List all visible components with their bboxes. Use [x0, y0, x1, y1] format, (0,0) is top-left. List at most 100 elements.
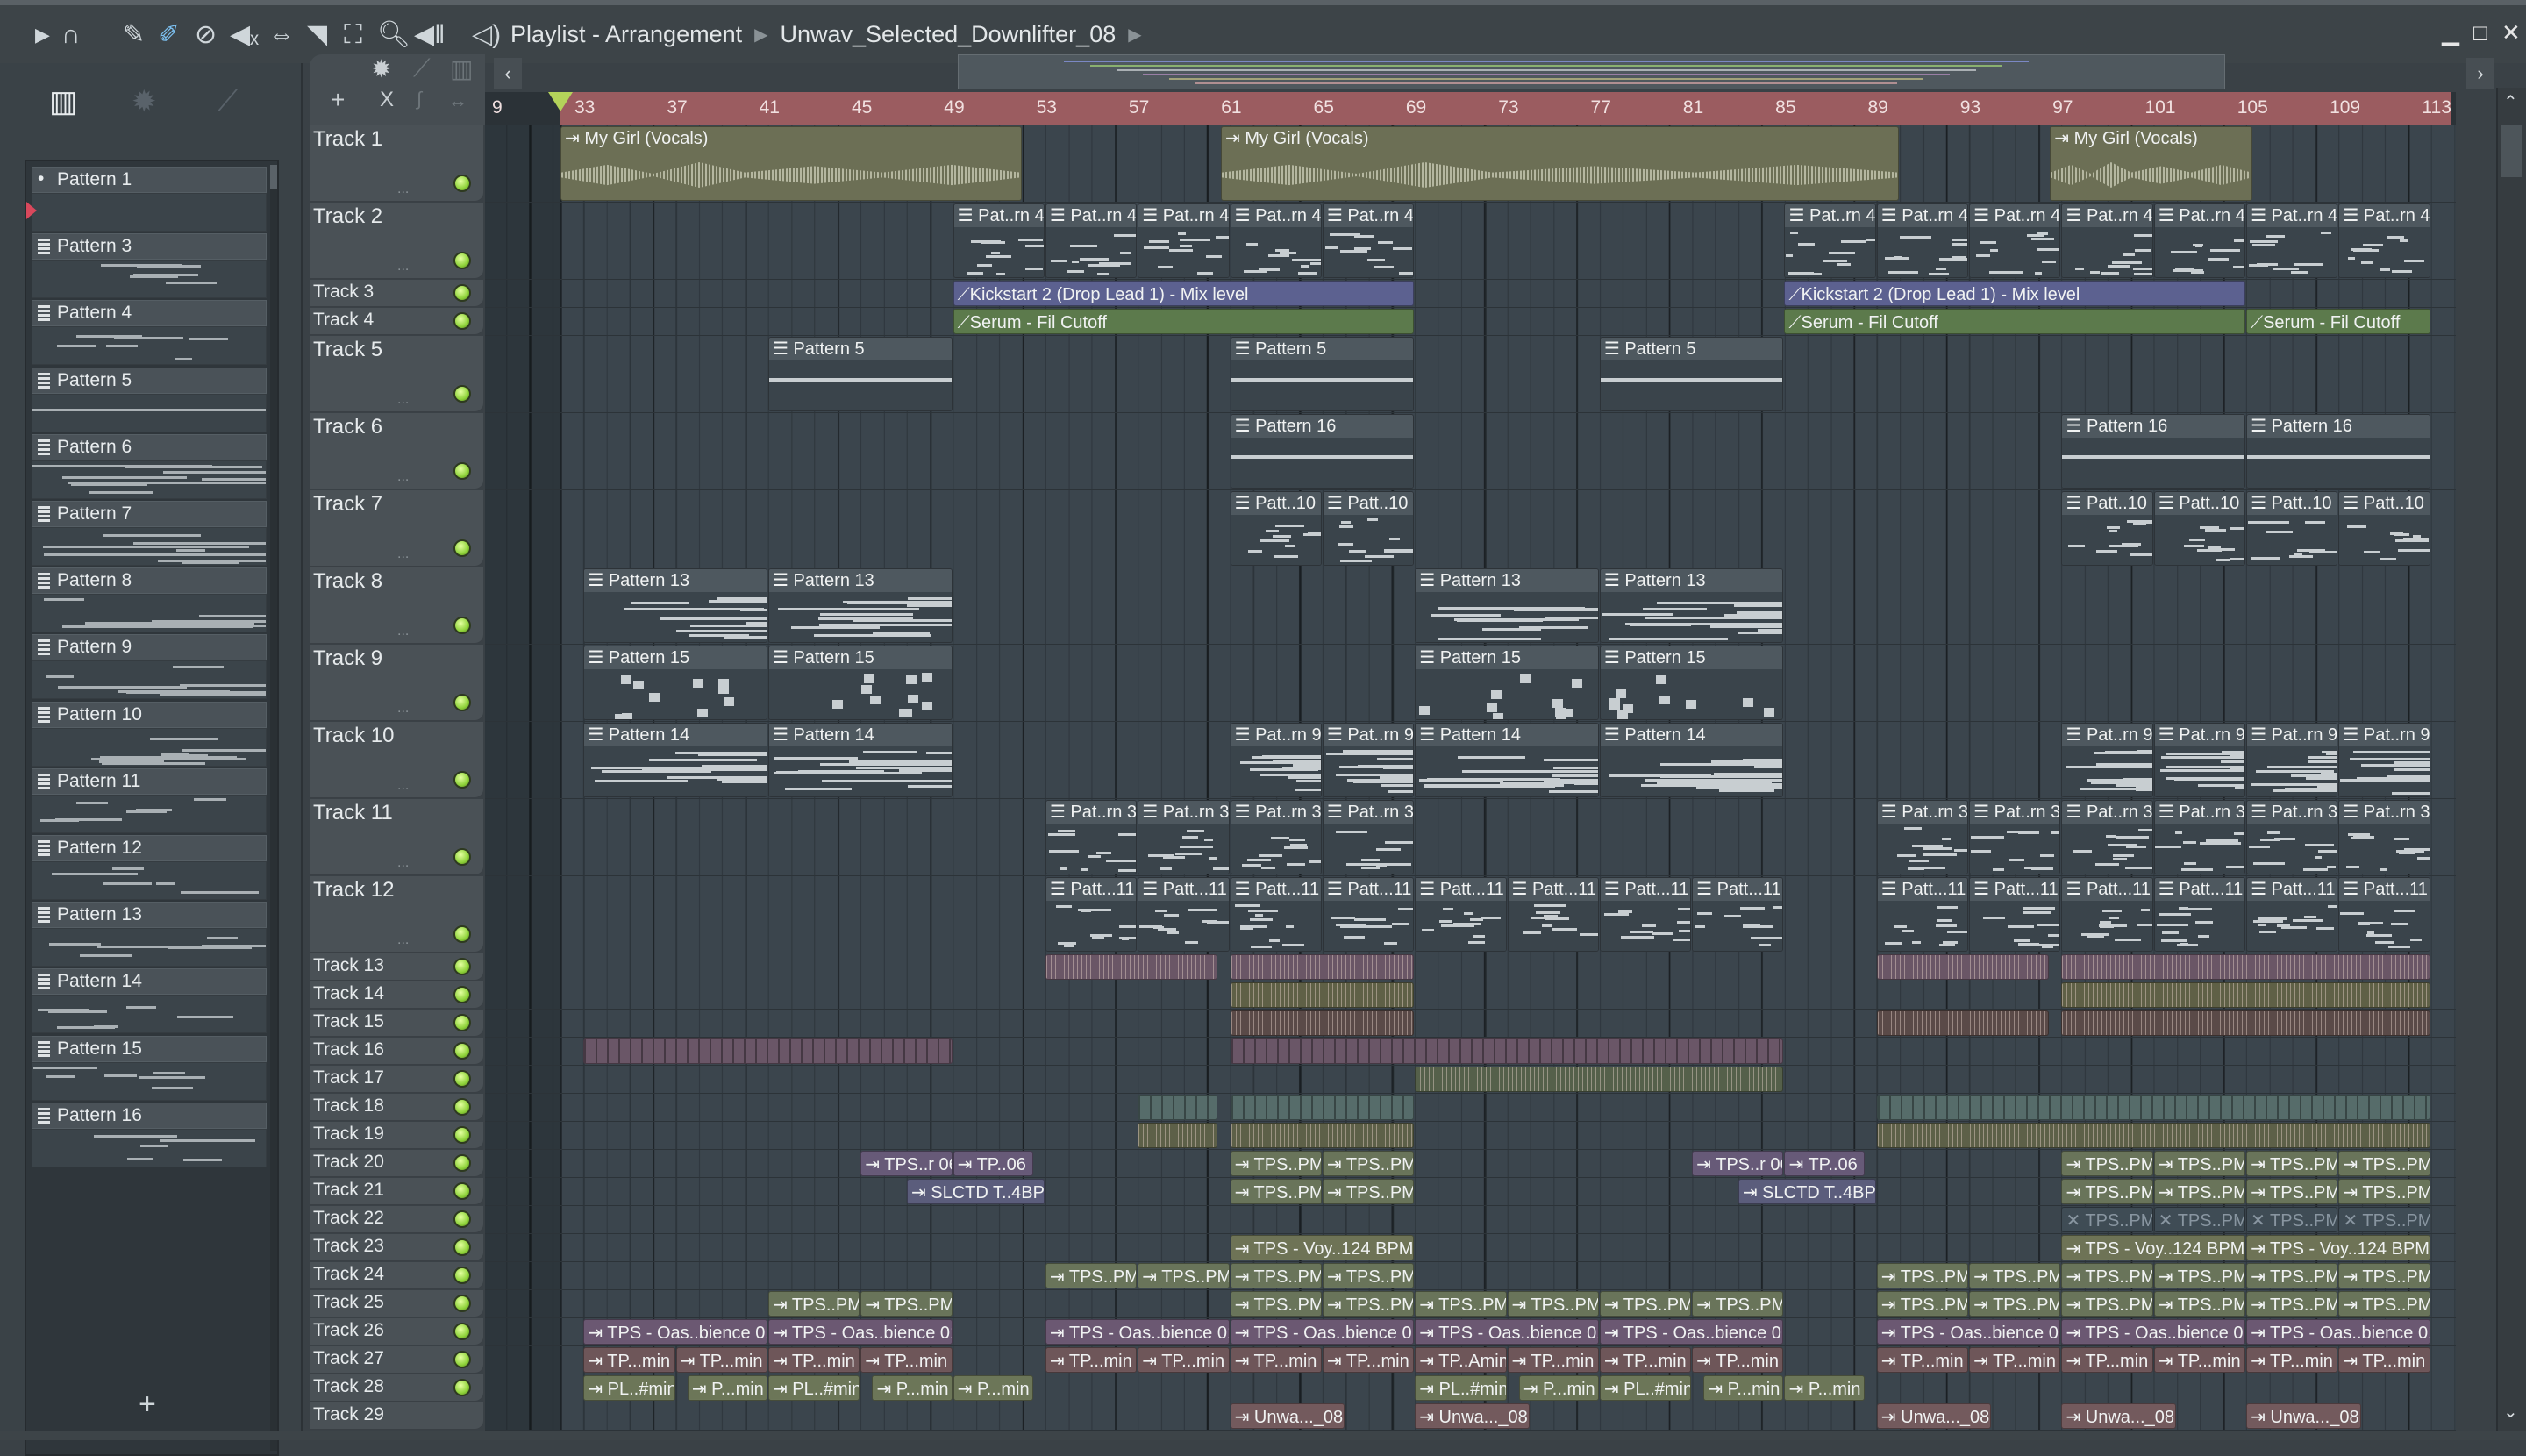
audio-clip[interactable]: ⇥ TPS - Oas..bience 01 — [1415, 1319, 1599, 1345]
audio-clip[interactable]: ⇥ TPS..r 06 — [860, 1151, 953, 1176]
audio-clip[interactable]: ⇥ Unwa..._08 — [1230, 1403, 1345, 1429]
pattern-clip[interactable]: ☰ Patt..10 — [2153, 491, 2246, 566]
pattern-clip[interactable]: ☰ Pattern 5 — [1599, 337, 1784, 411]
pattern-clip[interactable]: ☰ Pat..rn 4 — [2246, 203, 2338, 278]
audio-clip[interactable]: ⇥ TPS..PM) — [1507, 1291, 1599, 1317]
pattern-clip[interactable]: ☰ Pat..rn 3 — [1969, 800, 2061, 874]
track-header[interactable]: Track 11... — [310, 799, 483, 875]
pattern-clip[interactable]: ☰ Patt...11 — [1415, 877, 1507, 952]
scroll-up-icon[interactable]: ⌃ — [2503, 91, 2518, 113]
audio-clip[interactable] — [2061, 982, 2430, 1008]
track-options-icon[interactable]: ... — [397, 855, 409, 871]
audio-clip[interactable]: ⇥ TP...min — [2153, 1347, 2246, 1373]
pattern-item[interactable]: Pattern 16 — [32, 1102, 267, 1167]
pattern-clip[interactable]: ☰ Pattern 14 — [583, 723, 767, 797]
track-header[interactable]: Track 24 — [310, 1262, 483, 1289]
track-enable-led[interactable] — [453, 252, 471, 269]
pattern-item[interactable]: Pattern 13 — [32, 902, 267, 967]
audio-clip[interactable]: ⇥ TPS - Voy..124 BPM) — [1230, 1235, 1415, 1260]
pattern-clip[interactable]: ☰ Pat..rn 9 — [2061, 723, 2153, 797]
audio-clip[interactable]: ⇥ TP...min — [1969, 1347, 2061, 1373]
audio-clip[interactable]: ⇥ P...min — [1703, 1375, 1784, 1401]
pattern-clip[interactable]: ☰ Pat..rn 9 — [1230, 723, 1322, 797]
delete-icon[interactable]: ⊘ — [195, 18, 217, 53]
track-header[interactable]: Track 9... — [310, 645, 483, 721]
audio-clip[interactable]: ⇥ TP...min — [767, 1347, 860, 1373]
audio-clip[interactable]: ⇥ Unwa..._08 — [1415, 1403, 1530, 1429]
pattern-clip[interactable]: ☰ Pat..rn 3 — [2338, 800, 2430, 874]
pattern-clip[interactable]: ☰ Pattern 15 — [767, 646, 953, 720]
automation-clip[interactable]: ⟋Serum - Fil Cutoff — [953, 309, 1415, 334]
track-header[interactable]: Track 19 — [310, 1122, 483, 1149]
audio-clip[interactable]: ⇥ TP...min — [583, 1347, 675, 1373]
timeline-ruler[interactable]: 9 33 37 41 45 49 53 57 61 65 69 73 77 81 85 89 93 97 101 1… — [485, 92, 2456, 125]
pattern-item-header[interactable]: Pattern 16 — [32, 1102, 267, 1129]
pattern-clip[interactable]: ☰ Pat..rn 9 — [1322, 723, 1415, 797]
pattern-clip[interactable]: ☰ Pat..rn 3 — [1138, 800, 1230, 874]
audio-clip[interactable] — [2061, 1010, 2430, 1036]
audio-clip[interactable]: ⇥ TPS..PM) — [2246, 1151, 2338, 1176]
track-header[interactable]: Track 4 — [310, 308, 483, 335]
pattern-clip[interactable]: ☰ Pattern 15 — [583, 646, 767, 720]
automation-clip[interactable]: ⟋Kickstart 2 (Drop Lead 1) - Mix level — [953, 281, 1415, 306]
audio-clip[interactable]: ⇥ TPS..PM) — [1230, 1151, 1322, 1176]
audio-clip[interactable]: ⇥ TP...min — [1876, 1347, 1969, 1373]
pattern-clip[interactable]: ☰ Pattern 5 — [1230, 337, 1415, 411]
track-enable-led[interactable] — [453, 1070, 471, 1088]
audio-clip[interactable] — [1230, 982, 1415, 1008]
pattern-clip[interactable]: ☰ Patt...11 — [1692, 877, 1784, 952]
breadcrumb-item[interactable]: Unwav_Selected_Downlifter_08 — [781, 21, 1117, 48]
scroll-right-button[interactable]: › — [2466, 58, 2494, 89]
playlist-overview[interactable] — [958, 54, 2225, 89]
magnet-icon[interactable]: ∩ — [61, 18, 81, 53]
audio-clip[interactable]: ⇥ TPS..PM) — [1876, 1291, 1969, 1317]
audio-clip[interactable]: ⇥ TPS..PM) — [1138, 1263, 1230, 1288]
audio-clip[interactable]: ⇥ TPS - Oas..bience 01 — [2061, 1319, 2246, 1345]
audio-clip[interactable]: ⇥ TP...min — [1507, 1347, 1599, 1373]
pattern-clip[interactable]: ☰ Patt...11 — [1045, 877, 1138, 952]
audio-clip[interactable]: ⇥ TPS - Oas..bience 01 — [1045, 1319, 1230, 1345]
audio-clip[interactable]: ⇥ TPS..PM) — [1230, 1263, 1322, 1288]
stretch-icon[interactable]: ↔ — [448, 89, 467, 112]
audio-clip[interactable]: ⇥ Unwa..._08 — [1876, 1403, 1992, 1429]
pattern-item-header[interactable]: Pattern 13 — [32, 902, 267, 929]
track-enable-led[interactable] — [453, 284, 471, 302]
pattern-item-header[interactable]: Pattern 9 — [32, 634, 267, 661]
audio-clip[interactable]: ⇥ TPS - Oas..bience 01 — [583, 1319, 767, 1345]
track-enable-led[interactable] — [453, 1098, 471, 1116]
audio-clip[interactable] — [1876, 1123, 2430, 1148]
track-enable-led[interactable] — [453, 1323, 471, 1340]
pattern-clip[interactable]: ☰ Pat..rn 9 — [2338, 723, 2430, 797]
add-track-button[interactable]: + — [331, 86, 345, 114]
audio-clip[interactable]: ⇥ TP..06 — [1784, 1151, 1865, 1176]
track-header[interactable]: Track 25 — [310, 1290, 483, 1317]
piano-roll-icon[interactable]: ▥ — [49, 84, 77, 119]
audio-clip[interactable]: ⇥ TP..06 — [953, 1151, 1033, 1176]
scroll-down-icon[interactable]: ⌄ — [2503, 1401, 2518, 1423]
track-enable-led[interactable] — [453, 771, 471, 789]
pencil-icon[interactable]: ✎ — [123, 18, 145, 53]
pattern-item[interactable]: Pattern 7 — [32, 501, 267, 566]
pattern-item-header[interactable]: • Pattern 1 — [32, 167, 267, 193]
track-options-icon[interactable]: ... — [397, 701, 409, 717]
curve-icon[interactable]: ∫ — [417, 88, 422, 111]
audio-clip[interactable]: ⇥ TPS..PM) — [2153, 1263, 2246, 1288]
track-header[interactable]: Track 5... — [310, 336, 483, 412]
play-arrow-icon[interactable]: ▶ — [35, 18, 50, 53]
track-enable-led[interactable] — [453, 539, 471, 557]
slip-icon[interactable]: ⇔ — [268, 18, 295, 53]
select-icon[interactable]: ⛶ — [344, 18, 362, 53]
audio-clip[interactable]: ⇥ PL..#min — [1599, 1375, 1692, 1401]
pattern-clip[interactable]: ☰ Pat..rn 3 — [1045, 800, 1138, 874]
track-header[interactable]: Track 1... — [310, 125, 483, 202]
pattern-clip[interactable]: ☰ Patt..10 — [1322, 491, 1415, 566]
audio-clip[interactable]: ⇥ TPS - Oas..bience 01 — [767, 1319, 953, 1345]
track-header[interactable]: Track 20 — [310, 1150, 483, 1177]
audio-clip[interactable] — [1230, 1038, 1784, 1064]
pattern-item-header[interactable]: Pattern 6 — [32, 433, 267, 460]
audio-clip[interactable]: ⇥ TP...min — [860, 1347, 953, 1373]
track-options-icon[interactable]: ... — [397, 182, 409, 197]
pattern-item-header[interactable]: Pattern 15 — [32, 1035, 267, 1062]
automation-clip[interactable]: ⟋Serum - Fil Cutoff — [1784, 309, 2246, 334]
pattern-clip[interactable]: ☰ Pat..rn 3 — [1322, 800, 1415, 874]
